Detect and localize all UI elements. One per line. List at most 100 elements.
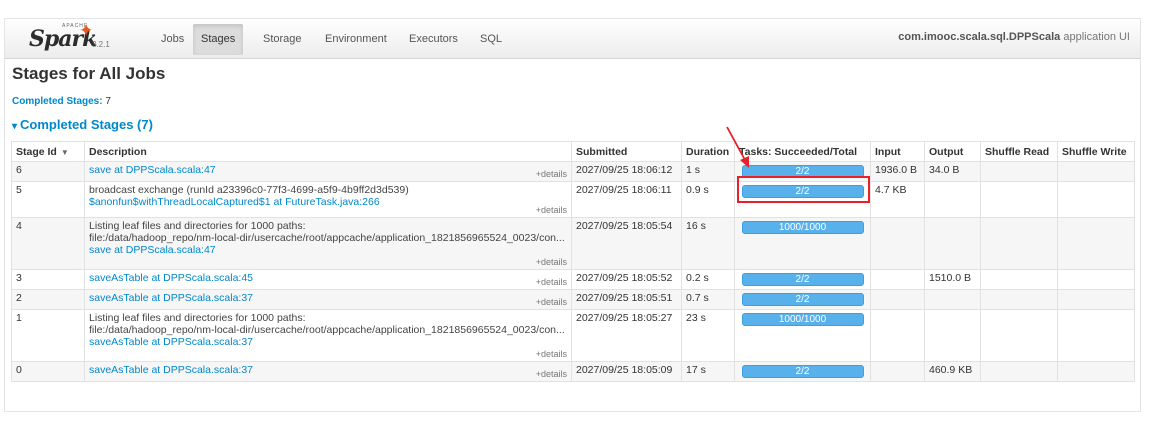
nav-tab-storage[interactable]: Storage bbox=[255, 24, 310, 55]
top-navbar: APACHE Spark ✦ 3.2.1 Jobs Stages Storage… bbox=[5, 19, 1140, 59]
table-row: 1 Listing leaf files and directories for … bbox=[11, 309, 1135, 362]
stage-description-link[interactable]: save at DPPScala.scala:47 bbox=[89, 244, 216, 256]
cell-submitted: 2027/09/25 18:06:11 bbox=[571, 181, 682, 218]
application-class: com.imooc.scala.sql.DPPScala bbox=[898, 31, 1061, 43]
cell-shuffle-write bbox=[1057, 181, 1135, 218]
cell-output bbox=[924, 309, 981, 362]
details-toggle[interactable]: +details bbox=[536, 277, 567, 287]
cell-duration: 0.9 s bbox=[681, 181, 735, 218]
cell-shuffle-write bbox=[1057, 269, 1135, 290]
cell-description: saveAsTable at DPPScala.scala:45 +details bbox=[84, 269, 572, 290]
cell-shuffle-read bbox=[980, 269, 1058, 290]
cell-submitted: 2027/09/25 18:05:54 bbox=[571, 217, 682, 270]
header-stage-id[interactable]: Stage Id ▼ bbox=[11, 141, 85, 162]
cell-input: 1936.0 B bbox=[870, 161, 925, 182]
cell-submitted: 2027/09/25 18:05:52 bbox=[571, 269, 682, 290]
cell-output: 34.0 B bbox=[924, 161, 981, 182]
nav-tab-stages[interactable]: Stages bbox=[193, 24, 244, 55]
tasks-progress-bar: 2/2 bbox=[741, 185, 864, 198]
cell-shuffle-read bbox=[980, 361, 1058, 382]
cell-shuffle-read bbox=[980, 309, 1058, 362]
stage-description-link[interactable]: saveAsTable at DPPScala.scala:37 bbox=[89, 336, 253, 348]
cell-stage-id: 4 bbox=[11, 217, 85, 270]
tasks-progress-bar: 2/2 bbox=[741, 165, 864, 178]
details-toggle[interactable]: +details bbox=[536, 297, 567, 307]
description-line: file:/data/hadoop_repo/nm-local-dir/user… bbox=[89, 324, 565, 336]
cell-tasks: 2/2 bbox=[734, 161, 871, 182]
cell-stage-id: 3 bbox=[11, 269, 85, 290]
nav-tab-environment[interactable]: Environment bbox=[317, 24, 395, 55]
completed-stages-count: 7 bbox=[102, 96, 111, 107]
cell-duration: 17 s bbox=[681, 361, 735, 382]
cell-submitted: 2027/09/25 18:05:51 bbox=[571, 289, 682, 310]
details-toggle[interactable]: +details bbox=[536, 349, 567, 359]
stage-description-link[interactable]: saveAsTable at DPPScala.scala:37 bbox=[89, 292, 253, 304]
header-submitted[interactable]: Submitted bbox=[571, 141, 682, 162]
description-line: Listing leaf files and directories for 1… bbox=[89, 312, 306, 324]
cell-duration: 1 s bbox=[681, 161, 735, 182]
cell-stage-id: 6 bbox=[11, 161, 85, 182]
cell-output bbox=[924, 217, 981, 270]
tasks-progress-bar: 1000/1000 bbox=[741, 313, 864, 326]
description-line: broadcast exchange (runId a23396c0-77f3-… bbox=[89, 184, 409, 196]
header-duration[interactable]: Duration bbox=[681, 141, 735, 162]
cell-shuffle-write bbox=[1057, 361, 1135, 382]
cell-shuffle-read bbox=[980, 289, 1058, 310]
details-toggle[interactable]: +details bbox=[536, 169, 567, 179]
completed-stages-link[interactable]: Completed Stages: bbox=[12, 96, 103, 107]
table-row: 2 saveAsTable at DPPScala.scala:37 +detail… bbox=[11, 289, 1135, 310]
header-tasks[interactable]: Tasks: Succeeded/Total bbox=[734, 141, 871, 162]
table-row: 3 saveAsTable at DPPScala.scala:45 +detail… bbox=[11, 269, 1135, 290]
cell-input bbox=[870, 289, 925, 310]
cell-output: 1510.0 B bbox=[924, 269, 981, 290]
stages-table: Stage Id ▼ Description Submitted Duration… bbox=[11, 141, 1135, 382]
nav-tab-jobs[interactable]: Jobs bbox=[153, 24, 192, 55]
table-row: 0 saveAsTable at DPPScala.scala:37 +detail… bbox=[11, 361, 1135, 382]
cell-output bbox=[924, 289, 981, 310]
cell-duration: 0.2 s bbox=[681, 269, 735, 290]
cell-output: 460.9 KB bbox=[924, 361, 981, 382]
cell-output bbox=[924, 181, 981, 218]
cell-submitted: 2027/09/25 18:06:12 bbox=[571, 161, 682, 182]
table-row: 6 save at DPPScala.scala:47 +details 2027/0… bbox=[11, 161, 1135, 182]
stage-description-link[interactable]: saveAsTable at DPPScala.scala:37 bbox=[89, 364, 253, 376]
cell-input bbox=[870, 269, 925, 290]
cell-stage-id: 0 bbox=[11, 361, 85, 382]
tasks-progress-bar: 2/2 bbox=[741, 293, 864, 306]
cell-submitted: 2027/09/25 18:05:27 bbox=[571, 309, 682, 362]
header-description[interactable]: Description bbox=[84, 141, 572, 162]
cell-description: Listing leaf files and directories for 1… bbox=[84, 217, 572, 270]
cell-input bbox=[870, 309, 925, 362]
cell-tasks: 1000/1000 bbox=[734, 217, 871, 270]
cell-stage-id: 1 bbox=[11, 309, 85, 362]
header-output[interactable]: Output bbox=[924, 141, 981, 162]
spark-logo[interactable]: APACHE Spark ✦ 3.2.1 bbox=[29, 21, 110, 55]
nav-tab-sql[interactable]: SQL bbox=[472, 24, 510, 55]
details-toggle[interactable]: +details bbox=[536, 205, 567, 215]
details-toggle[interactable]: +details bbox=[536, 257, 567, 267]
application-name: com.imooc.scala.sql.DPPScala application… bbox=[898, 31, 1130, 43]
cell-tasks: 2/2 bbox=[734, 181, 871, 218]
header-shuffle-read[interactable]: Shuffle Read bbox=[980, 141, 1058, 162]
nav-tab-executors[interactable]: Executors bbox=[401, 24, 466, 55]
cell-shuffle-read bbox=[980, 217, 1058, 270]
cell-duration: 23 s bbox=[681, 309, 735, 362]
spark-star-icon: ✦ bbox=[79, 21, 94, 40]
details-toggle[interactable]: +details bbox=[536, 369, 567, 379]
header-input[interactable]: Input bbox=[870, 141, 925, 162]
cell-input bbox=[870, 361, 925, 382]
application-suffix: application UI bbox=[1060, 31, 1130, 43]
cell-input: 4.7 KB bbox=[870, 181, 925, 218]
cell-tasks: 2/2 bbox=[734, 269, 871, 290]
table-header-row: Stage Id ▼ Description Submitted Duration… bbox=[11, 141, 1135, 162]
cell-stage-id: 5 bbox=[11, 181, 85, 218]
cell-shuffle-write bbox=[1057, 309, 1135, 362]
stage-description-link[interactable]: saveAsTable at DPPScala.scala:45 bbox=[89, 272, 253, 284]
stage-description-link[interactable]: save at DPPScala.scala:47 bbox=[89, 164, 216, 176]
cell-description: save at DPPScala.scala:47 +details bbox=[84, 161, 572, 182]
header-shuffle-write[interactable]: Shuffle Write bbox=[1057, 141, 1135, 162]
completed-stages-toggle[interactable]: ▾ Completed Stages (7) bbox=[12, 117, 153, 132]
cell-description: saveAsTable at DPPScala.scala:37 +details bbox=[84, 289, 572, 310]
stage-description-link[interactable]: $anonfun$withThreadLocalCaptured$1 at Fu… bbox=[89, 196, 380, 208]
tasks-progress-bar: 2/2 bbox=[741, 365, 864, 378]
